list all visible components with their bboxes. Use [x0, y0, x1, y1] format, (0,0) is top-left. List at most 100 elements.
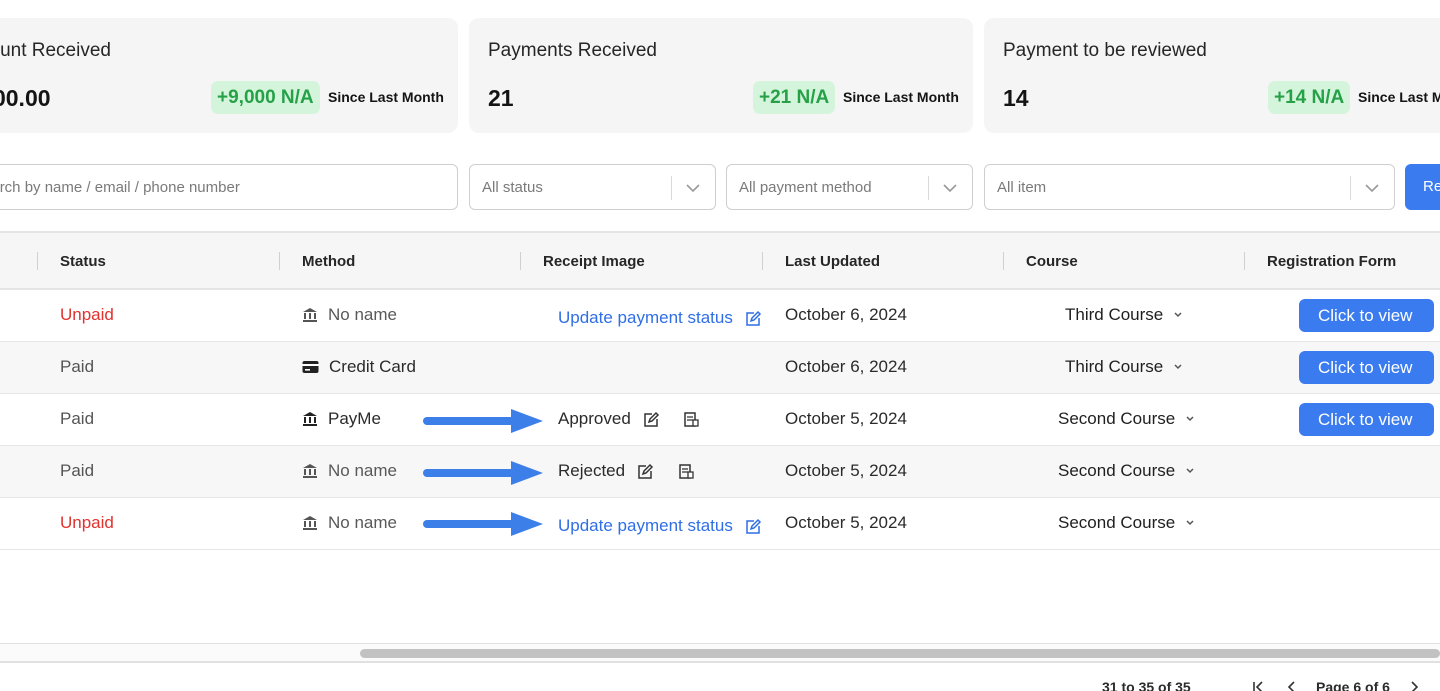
last-updated-cell: October 5, 2024 — [785, 513, 907, 532]
course-select[interactable]: Third Course — [1065, 357, 1183, 377]
column-divider — [1003, 252, 1004, 270]
annotation-arrow — [423, 409, 543, 433]
chevron-down-icon — [1174, 364, 1182, 370]
item-select[interactable]: All item — [984, 164, 1395, 210]
stat-title: Amount Received — [0, 40, 111, 61]
search-input[interactable]: Search by name / email / phone number — [0, 164, 458, 210]
chevron-down-icon[interactable] — [683, 178, 703, 198]
receipt-status-cell: Rejected — [558, 461, 695, 481]
stat-card-payments-received: Payments Received 21 +21 N/A Since Last … — [469, 18, 973, 133]
next-page-icon[interactable] — [1408, 680, 1422, 691]
click-to-view-button[interactable]: Click to view — [1299, 351, 1434, 384]
select-divider — [928, 176, 929, 200]
credit-card-icon — [302, 361, 319, 373]
bank-icon — [303, 464, 317, 478]
method-cell: No name — [302, 513, 397, 533]
previous-page-icon[interactable] — [1284, 680, 1298, 691]
method-cell: No name — [302, 305, 397, 325]
pagination-page: Page 6 of 6 — [1316, 679, 1390, 691]
annotation-arrow — [423, 461, 543, 485]
receipt-status-label: Rejected — [558, 461, 626, 480]
column-header-method[interactable]: Method — [302, 253, 355, 270]
reset-button[interactable]: Reset — [1405, 164, 1440, 210]
chevron-down-icon — [1174, 312, 1182, 318]
select-divider — [671, 176, 672, 200]
column-header-course[interactable]: Course — [1026, 253, 1078, 270]
bank-icon — [303, 412, 317, 426]
receipt-icon[interactable] — [682, 411, 700, 429]
method-label: No name — [328, 513, 397, 532]
column-divider — [1244, 252, 1245, 270]
status-cell: Unpaid — [60, 513, 114, 532]
payment-method-select-value: All payment method — [739, 179, 872, 196]
horizontal-scrollbar[interactable] — [0, 643, 1440, 663]
stat-value: 14 — [1003, 85, 1029, 111]
stat-since-label: Since Last Month — [843, 89, 959, 105]
scrollbar-thumb[interactable] — [360, 649, 1440, 658]
stat-value: 21 — [488, 85, 514, 111]
column-divider — [279, 252, 280, 270]
table-row: Paid PayMe Approved October 5, 2024 Seco… — [0, 394, 1440, 446]
table-row: Paid Credit Card October 6, 2024 Third C… — [0, 342, 1440, 394]
pagination-range: 31 to 35 of 35 — [1102, 679, 1191, 691]
course-select[interactable]: Third Course — [1065, 305, 1183, 325]
course-label: Second Course — [1058, 409, 1176, 428]
column-divider — [37, 252, 38, 270]
method-label: No name — [328, 461, 397, 480]
receipt-icon[interactable] — [677, 463, 695, 481]
chevron-down-icon — [1186, 468, 1194, 474]
stat-delta-badge: +14 N/A — [1268, 81, 1351, 114]
course-select[interactable]: Second Course — [1058, 461, 1195, 481]
receipt-status-cell: Approved — [558, 409, 700, 429]
table-header: Status Method Receipt Image Last Updated… — [0, 231, 1440, 290]
update-payment-status-link[interactable]: Update payment status — [558, 516, 762, 536]
course-label: Second Course — [1058, 513, 1176, 532]
stat-card-payment-to-review: Payment to be reviewed 14 +14 N/A Since … — [984, 18, 1440, 133]
status-select[interactable]: All status — [469, 164, 716, 210]
column-header-status[interactable]: Status — [60, 253, 106, 270]
method-label: No name — [328, 305, 397, 324]
edit-icon[interactable] — [744, 518, 762, 536]
bank-icon — [303, 516, 317, 530]
last-updated-cell: October 6, 2024 — [785, 305, 907, 324]
stat-title: Payments Received — [488, 40, 657, 61]
column-header-last-updated[interactable]: Last Updated — [785, 253, 880, 270]
stat-since-label: Since Last Month — [328, 89, 444, 105]
annotation-arrow — [423, 512, 543, 536]
update-payment-status-label: Update payment status — [558, 516, 733, 535]
stat-card-amount-received: Amount Received 9,000.00 +9,000 N/A Sinc… — [0, 18, 458, 133]
method-label: PayMe — [328, 409, 381, 428]
last-updated-cell: October 5, 2024 — [785, 461, 907, 480]
edit-icon[interactable] — [642, 411, 660, 429]
click-to-view-button[interactable]: Click to view — [1299, 299, 1434, 332]
update-payment-status-label: Update payment status — [558, 308, 733, 327]
chevron-down-icon[interactable] — [1362, 178, 1382, 198]
method-label: Credit Card — [329, 357, 416, 376]
chevron-down-icon — [1186, 520, 1194, 526]
status-select-value: All status — [482, 179, 543, 196]
status-cell: Paid — [60, 409, 95, 428]
payment-method-select[interactable]: All payment method — [726, 164, 973, 210]
method-cell: PayMe — [302, 409, 381, 429]
last-updated-cell: October 6, 2024 — [785, 357, 907, 376]
select-divider — [1350, 176, 1351, 200]
table-row: Unpaid No name Update payment status Oct… — [0, 290, 1440, 342]
method-cell: No name — [302, 461, 397, 481]
column-header-receipt-image[interactable]: Receipt Image — [543, 253, 645, 270]
search-placeholder: Search by name / email / phone number — [0, 179, 240, 196]
column-header-registration-form[interactable]: Registration Form — [1267, 253, 1396, 270]
status-cell: Paid — [60, 357, 95, 376]
first-page-icon[interactable] — [1251, 680, 1265, 691]
click-to-view-button[interactable]: Click to view — [1299, 403, 1434, 436]
status-cell: Unpaid — [60, 305, 114, 324]
course-label: Second Course — [1058, 461, 1176, 480]
chevron-down-icon[interactable] — [940, 178, 960, 198]
edit-icon[interactable] — [744, 310, 762, 328]
update-payment-status-link[interactable]: Update payment status — [558, 308, 762, 328]
course-select[interactable]: Second Course — [1058, 513, 1195, 533]
course-select[interactable]: Second Course — [1058, 409, 1195, 429]
course-label: Third Course — [1065, 357, 1164, 376]
column-divider — [520, 252, 521, 270]
receipt-status-label: Approved — [558, 409, 631, 428]
edit-icon[interactable] — [636, 463, 654, 481]
